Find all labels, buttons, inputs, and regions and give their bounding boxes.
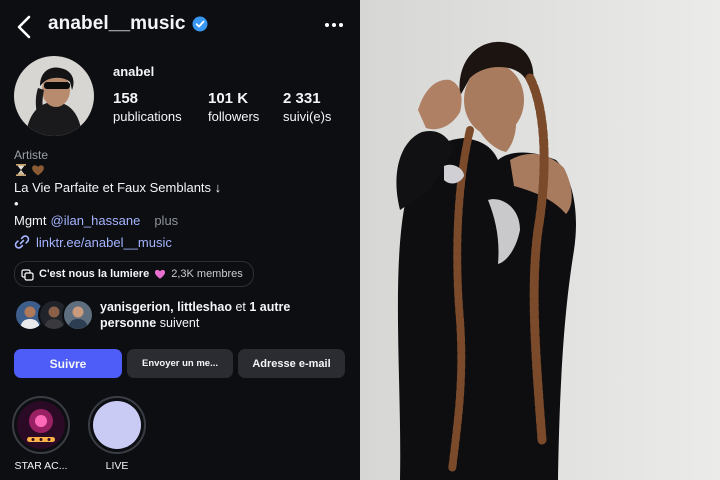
followed-suffix: suivent: [156, 316, 200, 330]
mutual-avatars: [14, 299, 94, 331]
stat-value: 158: [113, 90, 139, 107]
stat-label: followers: [208, 109, 260, 124]
stat-publications[interactable]: 158 publications: [113, 90, 182, 124]
highlight-cover: [93, 401, 141, 449]
followed-by-text: yanisgerion, littleshao et 1 autre perso…: [100, 299, 345, 331]
more-dots-icon[interactable]: [324, 18, 344, 32]
stage-lights-icon: [17, 401, 65, 449]
broadcast-channel-icon: [21, 268, 34, 281]
verified-badge-icon: [192, 16, 208, 32]
back-chevron-icon[interactable]: [14, 14, 36, 40]
highlight-ring: [12, 396, 70, 454]
stat-following[interactable]: 2 331 suivi(e)s: [283, 90, 331, 124]
message-button[interactable]: Envoyer un me...: [127, 349, 233, 378]
highlight-cover: [17, 401, 65, 449]
artist-photo: [360, 0, 720, 480]
profile-name: anabel: [113, 64, 155, 79]
stat-value: 2 331: [283, 90, 321, 107]
profile-panel: anabel__music anabel 158 publications 10…: [0, 0, 360, 480]
profile-link-text: linktr.ee/anabel__music: [36, 234, 172, 250]
highlight-label: LIVE: [105, 460, 129, 472]
link-icon: [14, 235, 30, 249]
story-highlight-live[interactable]: LIVE: [88, 396, 146, 472]
highlight-label: STAR AC...: [14, 460, 68, 472]
stat-value: 101 K: [208, 90, 249, 107]
profile-handle: anabel__music: [48, 13, 186, 34]
bio-emoji-row: [14, 163, 45, 177]
profile-avatar[interactable]: [14, 56, 94, 136]
follow-button[interactable]: Suivre: [14, 349, 122, 378]
stat-label: publications: [113, 109, 182, 124]
story-highlight-star-ac[interactable]: STAR AC...: [12, 396, 70, 472]
profile-header: anabel__music: [48, 13, 208, 35]
broadcast-channel-chip[interactable]: C'est nous la lumiere 2,3K membres: [14, 261, 254, 287]
mutual-avatar: [62, 299, 94, 331]
email-button[interactable]: Adresse e-mail: [238, 349, 345, 378]
bio-more-link[interactable]: plus: [154, 213, 178, 228]
followed-connector: et: [231, 300, 250, 314]
profile-category: Artiste: [14, 148, 49, 162]
mgmt-prefix: Mgmt: [14, 213, 47, 228]
profile-link[interactable]: linktr.ee/anabel__music: [14, 234, 172, 250]
brown-heart-icon: [32, 165, 44, 176]
avatar-portrait-icon: [14, 56, 94, 136]
stat-followers[interactable]: 101 K followers: [208, 90, 259, 124]
followed-by-row[interactable]: yanisgerion, littleshao et 1 autre perso…: [14, 299, 345, 331]
bio-bullet: •: [14, 196, 19, 211]
artist-portrait-image: [360, 0, 720, 480]
followed-names: yanisgerion, littleshao: [100, 300, 232, 314]
hourglass-icon: [16, 164, 26, 176]
pink-heart-icon: [155, 269, 166, 279]
highlight-ring: [88, 396, 146, 454]
person-icon: [68, 306, 88, 329]
channel-members: 2,3K membres: [171, 268, 243, 280]
bio-text: La Vie Parfaite et Faux Semblants ↓: [14, 180, 222, 195]
bio-mgmt-line: Mgmt @ilan_hassane plus: [14, 213, 178, 228]
mgmt-mention-link[interactable]: @ilan_hassane: [51, 213, 141, 228]
channel-title: C'est nous la lumiere: [39, 268, 150, 280]
stat-label: suivi(e)s: [283, 109, 332, 124]
